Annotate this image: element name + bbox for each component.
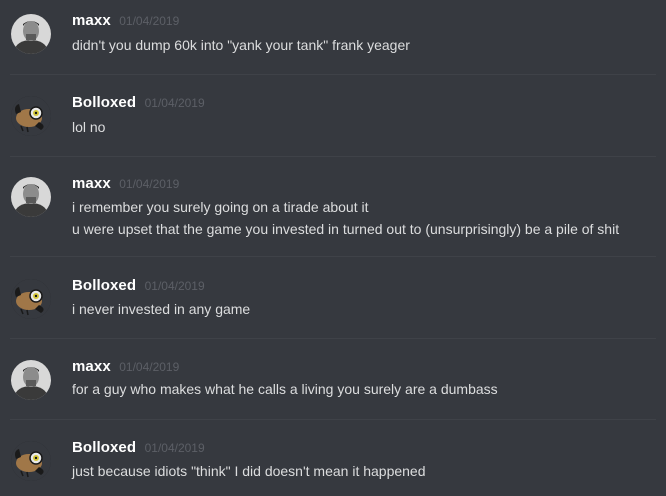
username[interactable]: Bolloxed (72, 439, 136, 456)
timestamp: 01/04/2019 (119, 14, 180, 28)
grayscale-portrait-avatar[interactable] (11, 177, 51, 217)
username[interactable]: maxx (72, 358, 111, 375)
cartoon-bird-avatar[interactable] (11, 96, 51, 136)
message-text: i remember you surely going on a tirade … (72, 199, 369, 215)
cartoon-bird-avatar[interactable] (11, 279, 51, 319)
cartoon-bird-avatar[interactable] (11, 441, 51, 481)
username[interactable]: maxx (72, 12, 111, 29)
message-header: Bolloxed 01/04/2019 (72, 94, 205, 114)
message-divider (10, 74, 656, 75)
grayscale-portrait-avatar[interactable] (11, 360, 51, 400)
message-group: Bolloxed 01/04/2019 lol no (0, 94, 666, 154)
grayscale-portrait-avatar[interactable] (11, 14, 51, 54)
message-text: i never invested in any game (72, 301, 251, 317)
timestamp: 01/04/2019 (144, 441, 205, 455)
message-text: for a guy who makes what he calls a livi… (72, 381, 498, 397)
timestamp: 01/04/2019 (119, 177, 180, 191)
message-text: u were upset that the game you invested … (72, 221, 620, 237)
message-divider (10, 256, 656, 257)
message-group: maxx 01/04/2019 didn't you dump 60k into… (0, 12, 666, 72)
message-group: maxx 01/04/2019 i remember you surely go… (0, 175, 666, 255)
message-header: maxx 01/04/2019 (72, 358, 179, 378)
message-text: lol no (72, 119, 106, 135)
username[interactable]: Bolloxed (72, 277, 136, 294)
timestamp: 01/04/2019 (144, 96, 205, 110)
message-divider (10, 156, 656, 157)
message-header: maxx 01/04/2019 (72, 12, 179, 32)
message-text: just because idiots "think" I did doesn'… (72, 463, 426, 479)
message-group: maxx 01/04/2019 for a guy who makes what… (0, 358, 666, 418)
timestamp: 01/04/2019 (144, 279, 205, 293)
message-divider (10, 419, 656, 420)
timestamp: 01/04/2019 (119, 360, 180, 374)
message-text: didn't you dump 60k into "yank your tank… (72, 37, 410, 53)
username[interactable]: Bolloxed (72, 94, 136, 111)
message-group: Bolloxed 01/04/2019 i never invested in … (0, 277, 666, 337)
username[interactable]: maxx (72, 175, 111, 192)
message-header: maxx 01/04/2019 (72, 175, 179, 195)
message-header: Bolloxed 01/04/2019 (72, 277, 205, 297)
message-divider (10, 338, 656, 339)
message-header: Bolloxed 01/04/2019 (72, 439, 205, 459)
message-group: Bolloxed 01/04/2019 just because idiots … (0, 439, 666, 494)
chat-message-list: maxx 01/04/2019 didn't you dump 60k into… (0, 0, 666, 496)
